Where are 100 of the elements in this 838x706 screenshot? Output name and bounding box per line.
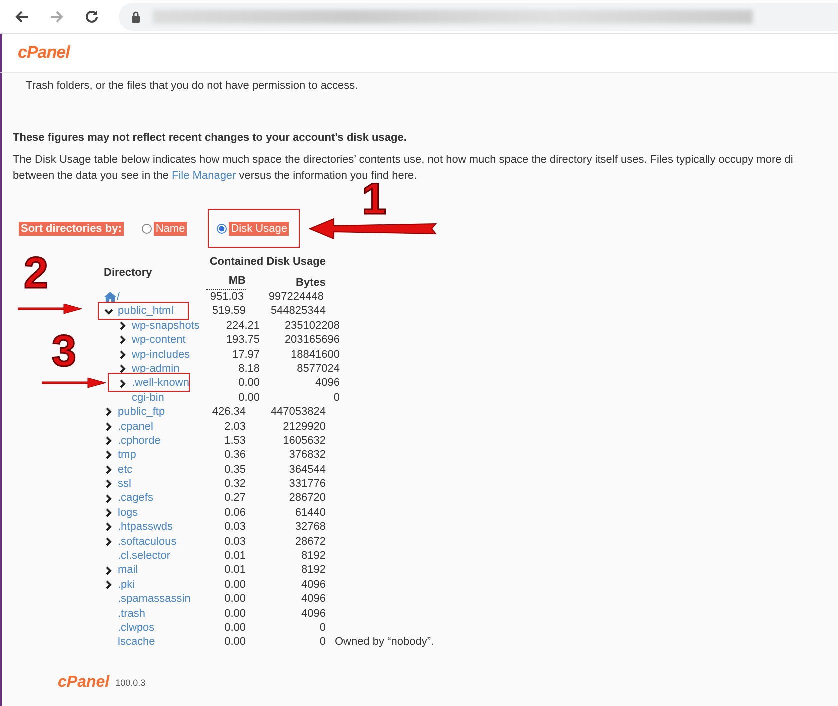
table-cell-text: 28672 — [294, 534, 326, 550]
file-manager-link[interactable]: File Manager — [172, 170, 236, 182]
chevron-right-icon[interactable] — [104, 494, 114, 504]
column-header: MB — [206, 276, 246, 290]
radio-button[interactable] — [217, 224, 228, 234]
directory-link[interactable]: .cl.selector — [118, 549, 171, 564]
table-cell-text: 8192 — [300, 563, 326, 578]
directory-link[interactable]: .cphorde — [118, 434, 161, 448]
chevron-right-icon[interactable] — [104, 479, 114, 490]
table-cell-text: 426.34 — [211, 405, 246, 420]
table-cell-text: 224.21 — [225, 318, 260, 334]
table-cell-text: 203165696 — [284, 333, 340, 348]
directory-link[interactable]: public_html — [118, 304, 174, 319]
table-cell-text: 519.59 — [211, 304, 246, 319]
directory-link[interactable]: .htpasswds — [118, 520, 174, 535]
table-cell-text: 4096 — [300, 578, 326, 592]
back-icon[interactable] — [14, 8, 30, 24]
chevron-right-icon[interactable] — [104, 464, 114, 475]
table-cell-text: 0.00 — [224, 592, 246, 607]
radio-button[interactable] — [142, 224, 152, 234]
chevron-right-icon[interactable] — [104, 422, 114, 432]
table-cell-text: 235102208 — [284, 318, 340, 334]
table-cell-text: 193.75 — [225, 333, 260, 348]
table-cell-text: 997224448 — [268, 290, 324, 304]
chevron-right-icon[interactable] — [104, 566, 114, 576]
table-cell-text: 0.00 — [238, 390, 260, 406]
table-cell-text: 286720 — [288, 491, 326, 506]
owner-note: Owned by “nobody”. — [335, 635, 434, 650]
chevron-right-icon[interactable] — [118, 350, 128, 360]
chevron-right-icon[interactable] — [118, 320, 128, 331]
directory-link[interactable]: .spamassassin — [118, 592, 191, 607]
chevron-down-icon[interactable] — [104, 306, 114, 317]
directory-link[interactable]: .softaculous — [118, 534, 177, 550]
table-cell-text: 18841600 — [290, 348, 340, 362]
table-cell-text: 4096 — [314, 376, 340, 391]
table-cell-text: 0 — [318, 635, 326, 650]
directory-link[interactable]: .pki — [118, 578, 136, 592]
table-cell-text: 0.00 — [224, 620, 246, 636]
chevron-right-icon[interactable] — [118, 364, 128, 374]
table-cell-text: 2129920 — [282, 420, 326, 434]
table-cell-text: 0 — [318, 620, 326, 636]
directory-link[interactable]: logs — [118, 506, 138, 520]
table-cell-text: 0.32 — [224, 477, 246, 492]
table-cell-text: 4096 — [300, 606, 326, 621]
chevron-right-icon[interactable] — [104, 436, 114, 446]
warning-text: These figures may not reflect recent changes to your account’s disk usage. — [13, 131, 408, 145]
directory-link[interactable]: cgi-bin — [132, 390, 164, 406]
table-cell-text: 8577024 — [296, 362, 340, 376]
annotation-number: 2 — [24, 252, 48, 296]
directory-link[interactable]: wp-snapshots — [132, 318, 200, 334]
table-cell-text: 0.27 — [224, 491, 246, 506]
table-cell-text: 0.03 — [224, 520, 246, 535]
chevron-right-icon[interactable] — [118, 335, 128, 346]
table-cell-text: 951.03 — [209, 290, 244, 304]
directory-link[interactable]: etc — [118, 462, 133, 478]
table-cell-text: 4096 — [300, 592, 326, 607]
table-cell-text: 331776 — [288, 477, 326, 492]
chevron-right-icon[interactable] — [104, 580, 114, 590]
directory-link[interactable]: .clwpos — [118, 620, 155, 636]
cpanel-logo: cPanel — [18, 43, 70, 63]
intro-text: Trash folders, or the files that you do not have permission to access. — [25, 79, 360, 93]
chevron-right-icon[interactable] — [104, 407, 114, 418]
table-cell-text: 0.01 — [224, 563, 246, 578]
directory-link[interactable]: .cagefs — [118, 491, 154, 506]
directory-link[interactable]: ssl — [118, 477, 132, 492]
cpanel-logo: cPanel — [58, 674, 110, 692]
table-cell-text: 447053824 — [270, 405, 326, 420]
directory-link[interactable]: wp-content — [132, 333, 186, 348]
annotation-number: 3 — [52, 330, 76, 374]
chevron-right-icon[interactable] — [104, 450, 114, 460]
reload-icon[interactable] — [84, 8, 100, 24]
chevron-right-icon[interactable] — [118, 378, 128, 389]
directory-link[interactable]: mail — [118, 563, 138, 578]
sort-option-label[interactable]: Name — [154, 222, 188, 236]
chevron-right-icon[interactable] — [104, 536, 114, 547]
directory-link[interactable]: tmp — [118, 448, 136, 463]
directory-link[interactable]: public_ftp — [118, 405, 166, 420]
column-header: Directory — [103, 266, 154, 280]
home-icon[interactable] — [104, 292, 117, 303]
sort-option-label[interactable]: Disk Usage — [229, 222, 290, 236]
directory-link[interactable]: lscache — [118, 635, 156, 650]
directory-link[interactable]: wp-includes — [132, 348, 190, 362]
directory-link[interactable]: / — [117, 290, 120, 304]
table-cell-text: 376832 — [288, 448, 326, 463]
directory-link[interactable]: wp-admin — [132, 362, 180, 376]
sort-label: Sort directories by: — [19, 222, 124, 236]
directory-link[interactable]: .cpanel — [118, 420, 154, 434]
table-cell-text: 0.06 — [224, 506, 246, 520]
table-cell-text: 0.03 — [224, 534, 246, 550]
annotation-arrow — [18, 303, 82, 315]
table-cell-text: 0.00 — [224, 635, 246, 650]
directory-link[interactable]: .trash — [118, 606, 146, 621]
column-header: Bytes — [295, 276, 326, 290]
chevron-right-icon[interactable] — [104, 522, 114, 532]
column-group-header: Contained Disk Usage — [210, 255, 326, 269]
lock-icon — [131, 10, 141, 22]
directory-link[interactable]: .well-known — [132, 376, 190, 391]
chevron-right-icon[interactable] — [104, 508, 114, 518]
table-cell-text: 1605632 — [282, 434, 326, 448]
table-cell-text: 1.53 — [224, 434, 246, 448]
